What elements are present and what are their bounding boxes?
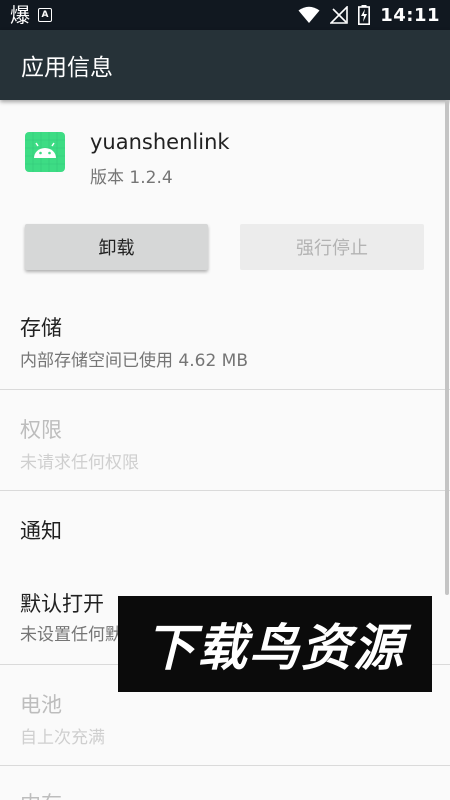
status-time: 14:11 [380,4,440,26]
pref-notifications-title: 通知 [20,519,62,543]
battery-charging-icon [358,5,371,25]
pref-storage[interactable]: 存储 内部存储空间已使用 4.62 MB [0,290,450,389]
notification-a-icon: A [38,8,52,22]
app-version: 版本 1.2.4 [90,168,173,188]
pref-battery-summary: 自上次充满 [20,728,105,748]
wifi-icon [298,6,320,23]
android-icon [25,132,65,172]
status-bar: 爆 A 14:11 [0,0,450,30]
pref-permissions[interactable]: 权限 未请求任何权限 [0,390,450,490]
page-title: 应用信息 [21,55,113,81]
notification-app-glyph: 爆 [10,3,30,27]
pref-open-by-default-title: 默认打开 [20,592,104,616]
status-bar-left: 爆 A [10,0,52,30]
pref-permissions-title: 权限 [20,418,62,442]
force-stop-button[interactable]: 强行停止 [240,224,424,270]
status-bar-right: 14:11 [298,5,440,26]
uninstall-button[interactable]: 卸载 [25,224,208,270]
pref-battery-title: 电池 [20,693,62,717]
pref-storage-title: 存储 [20,316,62,340]
watermark-logo: 下载鸟资源 [118,596,432,692]
pref-notifications[interactable]: 通知 [0,491,450,564]
app-info-content: yuanshenlink 版本 1.2.4 卸载 强行停止 存储 内部存储空间已… [0,100,450,800]
pref-memory[interactable]: 内存 [0,766,450,800]
pref-memory-title: 内存 [20,788,62,800]
app-bar: 应用信息 [0,30,450,100]
pref-permissions-summary: 未请求任何权限 [20,453,139,473]
scrollbar[interactable] [445,100,449,595]
pref-storage-summary: 内部存储空间已使用 4.62 MB [20,351,248,371]
app-header: yuanshenlink 版本 1.2.4 [0,130,450,190]
no-signal-icon [330,6,349,24]
app-name: yuanshenlink [90,130,230,154]
